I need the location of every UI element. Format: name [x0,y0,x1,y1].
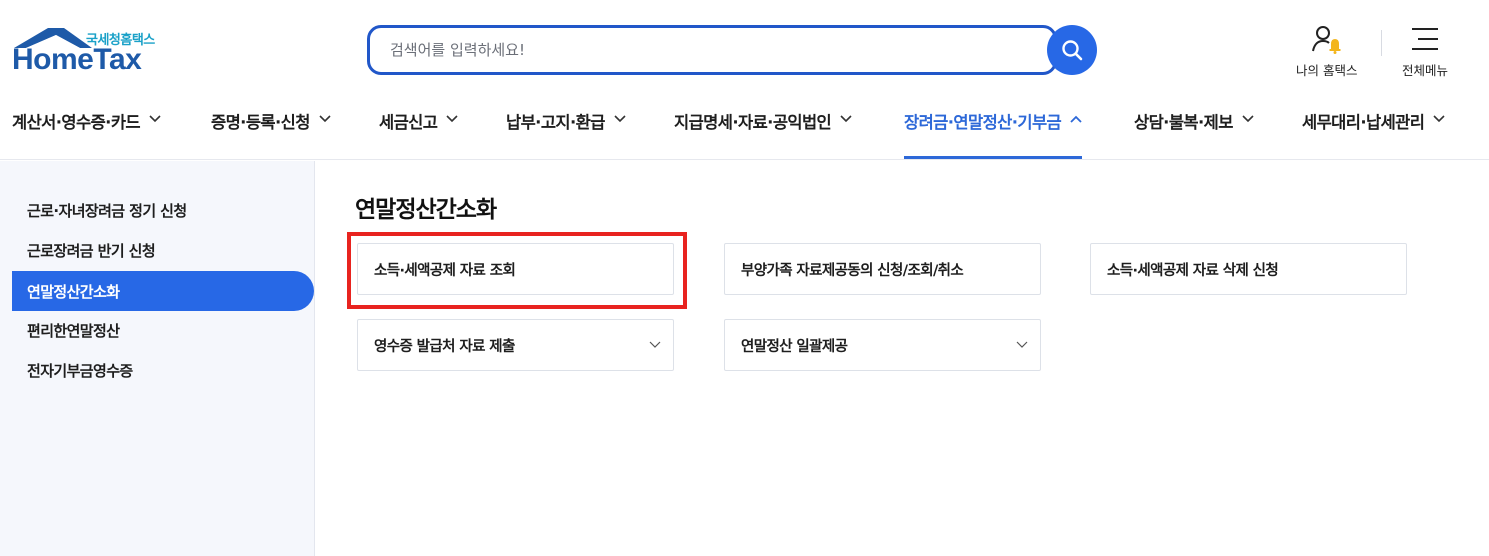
gnb-label: 세무대리·납세관리 [1302,113,1425,132]
page-title: 연말정산간소화 [355,197,497,223]
card-label: 소득·세액공제 자료 조회 [374,262,516,279]
all-menu-button[interactable]: 전체메뉴 [1402,24,1448,79]
card-label: 소득·세액공제 자료 삭제 신청 [1107,262,1279,279]
chevron-down-icon [319,115,331,123]
gnb-item-year-end[interactable]: 장려금·연말정산·기부금 [904,100,1083,160]
gnb-item-payment[interactable]: 납부·고지·환급 [506,100,626,160]
gnb-label: 장려금·연말정산·기부금 [904,113,1062,132]
hometax-logo[interactable]: 국세청홈택스 HomeTax [12,26,162,76]
chevron-up-icon [1070,115,1082,123]
chevron-down-icon [1016,341,1028,348]
gnb-label: 계산서·영수증·카드 [12,113,141,132]
all-menu-label: 전체메뉴 [1402,63,1449,78]
gnb-item-invoice[interactable]: 계산서·영수증·카드 [12,100,161,160]
chevron-down-icon [649,341,661,348]
search-bar [367,25,1057,75]
search-button[interactable] [1047,25,1097,75]
util-divider [1381,30,1382,56]
search-input[interactable] [390,28,1030,72]
gnb-item-certificate[interactable]: 증명·등록·신청 [211,100,331,160]
chevron-down-icon [1242,115,1254,123]
card-label: 연말정산 일괄제공 [741,338,848,355]
card-dependent-consent[interactable]: 부양가족 자료제공동의 신청/조회/취소 [724,243,1041,295]
gnb-label: 상담·불복·제보 [1134,113,1233,132]
gnb-label: 세금신고 [379,113,438,132]
gnb-label: 증명·등록·신청 [211,113,310,132]
card-label: 부양가족 자료제공동의 신청/조회/취소 [741,262,964,279]
sidebar-item-half-year-incentive[interactable]: 근로장려금 반기 신청 [12,230,314,270]
gnb-label: 납부·고지·환급 [506,113,605,132]
sidebar-item-year-end-simplified[interactable]: 연말정산간소화 [12,271,314,311]
sidebar-item-easy-year-end[interactable]: 편리한연말정산 [12,310,314,350]
search-icon [1062,40,1083,61]
card-receipt-submit[interactable]: 영수증 발급처 자료 제출 [357,319,674,371]
chevron-down-icon [614,115,626,123]
sidebar-item-donation-receipt[interactable]: 전자기부금영수증 [12,350,314,390]
header: 국세청홈택스 HomeTax 나의 홈택스 전체메뉴 계산서·영수 [0,0,1489,160]
gnb-item-tax-report[interactable]: 세금신고 [379,100,458,160]
chevron-down-icon [840,115,852,123]
chevron-down-icon [1433,115,1445,123]
card-label: 영수증 발급처 자료 제출 [374,338,515,355]
logo-wordmark: HomeTax [12,43,142,76]
gnb-label: 지급명세·자료·공익법인 [674,113,832,132]
gnb-item-statement[interactable]: 지급명세·자료·공익법인 [674,100,852,160]
hamburger-menu-icon [1412,28,1438,50]
chevron-down-icon [149,115,161,123]
sidebar-item-regular-incentive[interactable]: 근로·자녀장려금 정기 신청 [12,190,314,230]
my-hometax-button[interactable]: 나의 홈택스 [1296,24,1357,79]
my-hometax-label: 나의 홈택스 [1296,63,1358,78]
gnb-item-consult[interactable]: 상담·불복·제보 [1134,100,1254,160]
chevron-down-icon [446,115,458,123]
card-deduction-delete[interactable]: 소득·세액공제 자료 삭제 신청 [1090,243,1407,295]
global-nav: 계산서·영수증·카드 증명·등록·신청 세금신고 납부·고지·환급 지급명세·자… [0,100,1489,160]
gnb-item-agent[interactable]: 세무대리·납세관리 [1302,100,1445,160]
sidebar: 근로·자녀장려금 정기 신청 근로장려금 반기 신청 연말정산간소화 편리한연말… [0,161,315,556]
card-bulk-provide[interactable]: 연말정산 일괄제공 [724,319,1041,371]
card-deduction-lookup[interactable]: 소득·세액공제 자료 조회 [357,243,674,295]
user-bell-icon [1311,26,1341,54]
